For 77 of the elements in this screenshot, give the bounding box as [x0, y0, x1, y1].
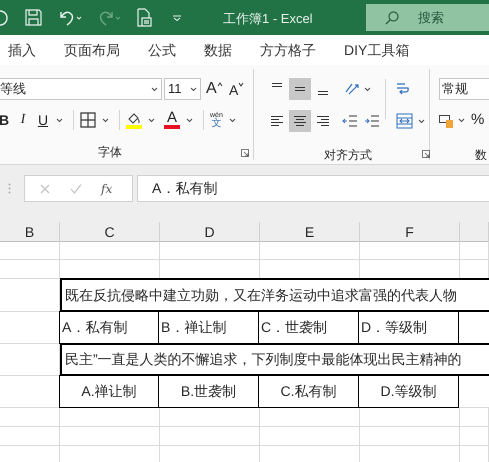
caret-icon[interactable]: [458, 118, 465, 123]
empty-cell: [0, 408, 60, 427]
save-icon[interactable]: [24, 8, 43, 27]
empty-cell: [460, 408, 489, 427]
empty-cell: [0, 260, 60, 279]
align-left-icon: [271, 116, 283, 126]
currency-format-icon[interactable]: [439, 114, 454, 128]
align-bottom-icon: [318, 91, 328, 95]
print-preview-icon[interactable]: [135, 8, 152, 27]
caret-icon[interactable]: [186, 118, 193, 123]
font-size-field[interactable]: 11: [164, 78, 201, 100]
bold-button[interactable]: B: [0, 110, 10, 130]
orientation-icon[interactable]: [344, 82, 360, 96]
align-top-icon: [272, 83, 282, 87]
number-format-field[interactable]: 常规: [439, 78, 489, 100]
insert-function-button[interactable]: fx: [101, 180, 112, 198]
launcher-icon[interactable]: [422, 150, 430, 158]
question-cell: 民主”一直是人类的不懈追求，下列制度中最能体现出民主精神的: [60, 343, 489, 376]
align-center-button[interactable]: [289, 110, 311, 132]
search-icon: [385, 10, 399, 24]
fill-color-icon[interactable]: [126, 111, 142, 130]
empty-cell: [0, 344, 60, 376]
align-center-icon: [294, 116, 306, 126]
launcher-icon[interactable]: [241, 148, 249, 157]
caret-icon[interactable]: [364, 86, 371, 92]
column-header[interactable]: F: [360, 222, 460, 242]
table-cell: D.等级制: [358, 375, 459, 408]
group-label: 字体: [98, 144, 122, 162]
column-header[interactable]: C: [60, 222, 160, 242]
formula-input[interactable]: A．私有制: [137, 175, 489, 202]
caret-icon[interactable]: [228, 118, 236, 123]
font-name-field[interactable]: 等线: [0, 78, 162, 100]
font-color-button[interactable]: A: [164, 110, 180, 130]
align-middle-button[interactable]: [289, 78, 311, 100]
group-label: 数: [475, 146, 487, 160]
search-placeholder: 搜索: [418, 8, 444, 27]
shrink-font-button[interactable]: A: [229, 78, 247, 100]
empty-cell: [0, 279, 60, 312]
ribbon-tab[interactable]: DIY工具箱: [344, 40, 410, 60]
caret-icon: [238, 82, 244, 87]
merge-center-icon[interactable]: [396, 113, 413, 129]
align-right-icon: [317, 116, 329, 126]
caret-icon[interactable]: [102, 118, 109, 123]
increase-indent-icon[interactable]: [364, 114, 380, 128]
search-field[interactable]: 搜索: [366, 4, 489, 31]
caret-icon: [151, 86, 158, 92]
caret-icon: [190, 86, 197, 92]
wrap-text-icon[interactable]: [396, 81, 410, 97]
empty-cell: [460, 427, 489, 446]
caret-icon: [216, 82, 223, 87]
column-header[interactable]: D: [160, 222, 260, 242]
column-header[interactable]: B: [0, 222, 60, 242]
column-header[interactable]: E: [260, 222, 360, 242]
autosave-icon[interactable]: [0, 10, 8, 26]
decrease-indent-icon[interactable]: [342, 114, 358, 128]
ribbon-tab[interactable]: 数据: [204, 40, 232, 60]
empty-cell: [0, 427, 60, 446]
italic-button[interactable]: I: [16, 110, 30, 130]
question-cell: 既在反抗侵略中建立功勋，又在洋务运动中追求富强的代表人物: [60, 278, 489, 312]
borders-icon[interactable]: [80, 112, 96, 128]
grip-icon: [8, 183, 11, 194]
ribbon-tab[interactable]: 公式: [148, 40, 176, 60]
group-label: 对齐方式: [324, 147, 372, 164]
underline-button[interactable]: U: [36, 110, 50, 130]
table-cell: A.禅让制: [59, 375, 159, 408]
caret-icon[interactable]: [418, 118, 425, 124]
caret-icon[interactable]: [56, 118, 63, 123]
percent-button[interactable]: %: [471, 109, 484, 132]
window-title: 工作簿1 - Excel: [223, 10, 313, 28]
ribbon-tab[interactable]: 插入: [8, 40, 36, 60]
customize-icon[interactable]: [172, 14, 182, 20]
grow-font-button[interactable]: A: [206, 78, 224, 100]
align-middle-icon: [295, 87, 305, 91]
caret-icon[interactable]: [148, 118, 155, 123]
ribbon-tab[interactable]: 页面布局: [64, 40, 120, 60]
ribbon-tab[interactable]: 方方格子: [260, 40, 316, 60]
empty-cell: [0, 242, 60, 260]
